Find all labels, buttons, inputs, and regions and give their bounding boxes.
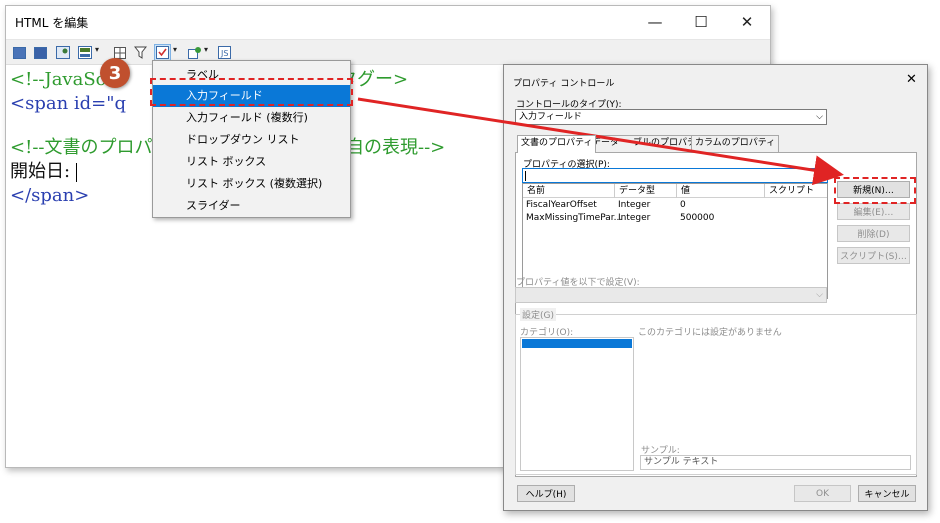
annotation-arrow bbox=[357, 97, 844, 186]
tab-document-properties[interactable]: 文書のプロパティ bbox=[517, 135, 597, 153]
